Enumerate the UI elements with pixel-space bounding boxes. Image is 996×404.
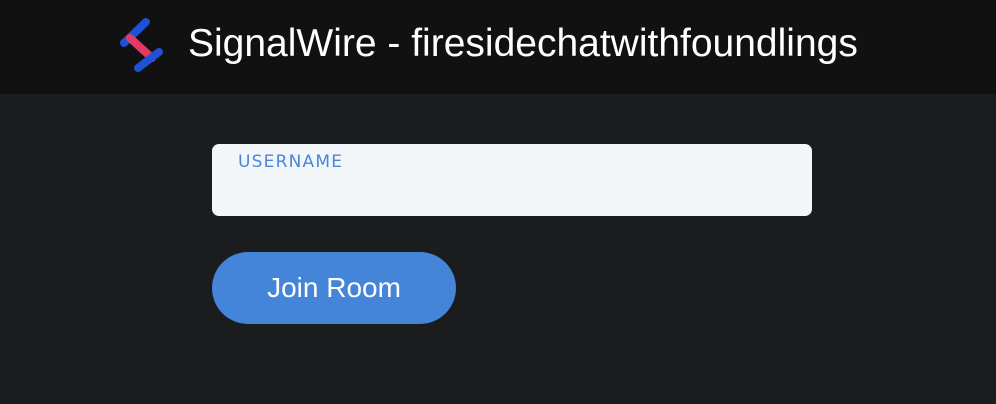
join-form: USERNAME Join Room	[0, 94, 996, 404]
top-bar: SignalWire - firesidechatwithfoundlings	[0, 0, 996, 94]
username-field[interactable]: USERNAME	[212, 144, 812, 216]
app-title: SignalWire - firesidechatwithfoundlings	[188, 22, 858, 65]
signalwire-logo-icon	[120, 18, 163, 72]
username-input[interactable]	[238, 175, 782, 207]
username-label: USERNAME	[238, 152, 344, 172]
join-room-button[interactable]: Join Room	[212, 252, 456, 324]
